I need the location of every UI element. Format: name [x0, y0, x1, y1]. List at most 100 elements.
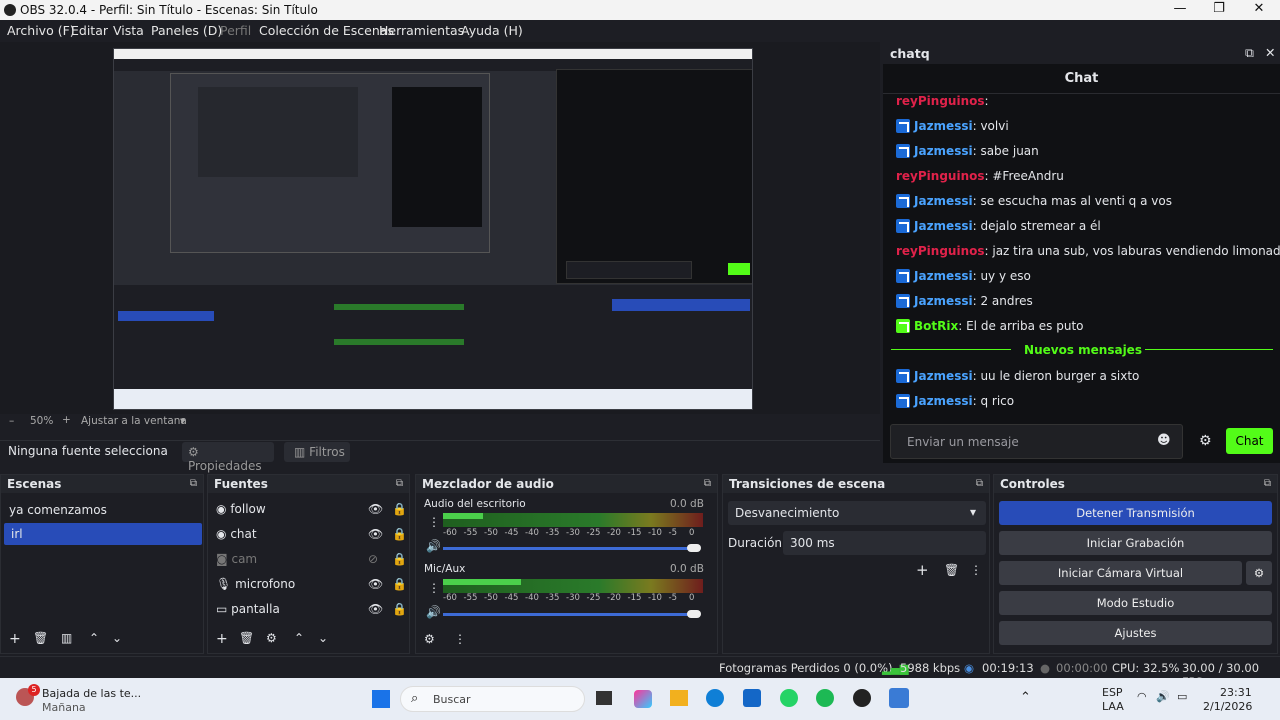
scene-item-selected[interactable]: irl — [4, 523, 202, 545]
volume-slider-knob[interactable] — [687, 610, 701, 618]
menu-coleccion-escenas[interactable]: Colección de Escenas — [259, 23, 394, 38]
gear-icon[interactable]: ⚙ — [266, 631, 277, 645]
menu-paneles[interactable]: Paneles (D) — [151, 23, 222, 38]
chevron-down-icon[interactable]: ▾ — [180, 415, 185, 427]
trash-icon[interactable]: 🗑 — [239, 631, 254, 645]
minimize-icon[interactable]: — — [1160, 1, 1200, 16]
kebab-menu-icon[interactable]: ⋮ — [428, 581, 440, 595]
source-item[interactable]: ◉ chat 👁 🔒 — [216, 527, 407, 541]
menu-vista[interactable]: Vista — [113, 23, 144, 38]
add-icon[interactable]: + — [9, 631, 21, 647]
float-icon[interactable]: ⧉ — [1264, 478, 1271, 489]
float-icon[interactable]: ⧉ — [1245, 45, 1254, 61]
scene-item[interactable]: ya comenzamos — [9, 503, 107, 517]
trash-icon[interactable]: 🗑 — [944, 563, 959, 577]
settings-button[interactable]: Ajustes — [999, 621, 1272, 645]
lock-icon[interactable]: 🔒 — [392, 527, 407, 541]
source-item[interactable]: ◙ cam ⊘ 🔒 — [216, 552, 407, 566]
trash-icon[interactable]: 🗑 — [33, 631, 48, 645]
app-icon[interactable] — [889, 688, 909, 708]
speaker-icon[interactable]: 🔊 — [426, 605, 441, 619]
windows-start-icon[interactable] — [372, 690, 390, 708]
float-icon[interactable]: ⧉ — [190, 478, 197, 489]
source-item[interactable]: ◉ follow 👁 🔒 — [216, 502, 407, 516]
menu-archivo[interactable]: Archivo (F) — [7, 23, 75, 38]
start-recording-button[interactable]: Iniciar Grabación — [999, 531, 1272, 555]
gear-icon[interactable]: ⚙ — [424, 632, 435, 646]
lock-icon[interactable]: 🔒 — [392, 602, 407, 616]
chat-username[interactable]: Jazmessi — [914, 144, 973, 158]
chat-username[interactable]: reyPinguinos — [896, 169, 985, 183]
maximize-icon[interactable]: ❐ — [1199, 1, 1239, 16]
gear-icon[interactable]: ⚙ — [1199, 433, 1212, 449]
chevron-down-icon[interactable]: ⌄ — [112, 631, 122, 645]
copilot-icon[interactable] — [634, 690, 652, 708]
whatsapp-icon[interactable] — [780, 689, 798, 707]
chat-username[interactable]: Jazmessi — [914, 369, 973, 383]
edge-icon[interactable] — [706, 689, 724, 707]
kebab-menu-icon[interactable]: ⋮ — [454, 632, 466, 646]
taskbar-search[interactable]: ⌕ Buscar — [400, 686, 585, 712]
chat-username[interactable]: Jazmessi — [914, 394, 973, 408]
float-icon[interactable]: ⧉ — [704, 478, 711, 489]
language[interactable]: ESP — [1102, 686, 1123, 699]
chevron-up-icon[interactable]: ⌃ — [294, 631, 304, 645]
zoom-out-button[interactable]: – — [9, 415, 14, 427]
chat-username[interactable]: reyPinguinos — [896, 244, 985, 258]
volume-slider[interactable] — [443, 547, 693, 550]
add-icon[interactable]: + — [216, 631, 228, 647]
eye-icon[interactable]: 👁 — [368, 577, 383, 591]
chat-input[interactable]: Enviar un mensaje ☻ — [890, 424, 1183, 459]
spotify-icon[interactable] — [816, 689, 834, 707]
volume-icon[interactable]: 🔊 — [1156, 690, 1170, 703]
wifi-icon[interactable]: ◠ — [1137, 690, 1147, 703]
weather-title[interactable]: Bajada de las te... — [42, 687, 141, 700]
close-icon[interactable]: ✕ — [1239, 1, 1279, 16]
chat-username[interactable]: BotRix — [914, 319, 958, 333]
source-item[interactable]: 🎙 microfono 👁 🔒 — [216, 577, 407, 591]
lock-icon[interactable]: 🔒 — [392, 502, 407, 516]
volume-slider-knob[interactable] — [687, 544, 701, 552]
add-icon[interactable]: + — [916, 561, 929, 579]
zoom-in-button[interactable]: + — [62, 414, 71, 426]
start-virtual-camera-button[interactable]: Iniciar Cámara Virtual — [999, 561, 1242, 585]
duration-stepper[interactable]: 300 ms — [783, 531, 986, 555]
obs-icon[interactable] — [853, 689, 871, 707]
eye-icon[interactable]: 👁 — [368, 602, 383, 616]
speaker-icon[interactable]: 🔊 — [426, 539, 441, 553]
chat-username[interactable]: Jazmessi — [914, 194, 973, 208]
chat-username[interactable]: Jazmessi — [914, 294, 973, 308]
chat-username[interactable]: Jazmessi — [914, 219, 973, 233]
eye-hidden-icon[interactable]: ⊘ — [368, 552, 378, 566]
volume-slider[interactable] — [443, 613, 693, 616]
clock-time[interactable]: 23:31 — [1220, 686, 1252, 699]
close-icon[interactable]: ✕ — [1265, 45, 1275, 60]
chat-username[interactable]: Jazmessi — [914, 269, 973, 283]
lock-icon[interactable]: 🔒 — [392, 552, 407, 566]
chat-username[interactable]: reyPinguinos — [896, 94, 985, 108]
float-icon[interactable]: ⧉ — [976, 478, 983, 489]
store-icon[interactable] — [743, 689, 761, 707]
menu-ayuda[interactable]: Ayuda (H) — [461, 23, 523, 38]
eye-icon[interactable]: 👁 — [368, 527, 383, 541]
gear-icon[interactable]: ⚙ — [1246, 561, 1272, 585]
chevron-up-icon[interactable]: ⌃ — [89, 631, 99, 645]
chevron-up-icon[interactable]: ⌃ — [1020, 690, 1031, 705]
stop-stream-button[interactable]: Detener Transmisión — [999, 501, 1272, 525]
transition-select[interactable]: Desvanecimiento ▾ — [728, 501, 986, 525]
chat-username[interactable]: Jazmessi — [914, 119, 973, 133]
float-icon[interactable]: ⧉ — [396, 478, 403, 489]
menu-editar[interactable]: Editar — [71, 23, 108, 38]
studio-mode-button[interactable]: Modo Estudio — [999, 591, 1272, 615]
battery-icon[interactable]: ▭ — [1177, 690, 1187, 703]
source-item[interactable]: ▭ pantalla 👁 🔒 — [216, 602, 407, 616]
menu-herramientas[interactable]: Herramientas — [379, 23, 464, 38]
properties-button[interactable]: ⚙ Propiedades — [182, 442, 274, 473]
chevron-down-icon[interactable]: ⌄ — [318, 631, 328, 645]
zoom-fit-select[interactable]: Ajustar a la ventana — [81, 415, 187, 427]
chat-send-button[interactable]: Chat — [1226, 428, 1273, 454]
emoji-icon[interactable]: ☻ — [1157, 433, 1171, 448]
filter-icon[interactable]: ▥ — [61, 631, 72, 645]
task-view-icon[interactable] — [596, 691, 612, 705]
filters-button[interactable]: ▥ Filtros — [284, 442, 350, 462]
